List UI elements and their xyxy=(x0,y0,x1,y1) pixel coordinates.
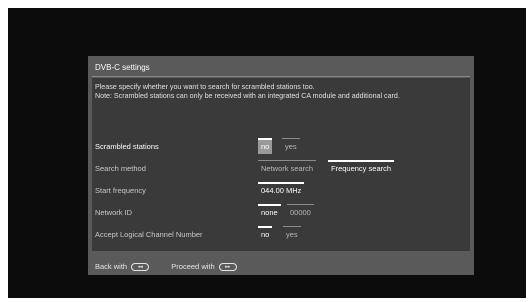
start-frequency-value[interactable]: 044.00 MHz xyxy=(258,182,305,198)
dvbc-settings-dialog: DVB-C settings Please specify whether yo… xyxy=(88,56,474,275)
dialog-title: DVB-C settings xyxy=(95,63,150,72)
setting-row-scrambled-stations[interactable]: Scrambled stations no yes xyxy=(95,138,467,154)
scrambled-stations-label: Scrambled stations xyxy=(95,142,159,151)
setting-row-search-method[interactable]: Search method Network search Frequency s… xyxy=(95,160,467,176)
search-method-option-frequency[interactable]: Frequency search xyxy=(328,160,395,176)
network-id-option-none[interactable]: none xyxy=(258,204,281,220)
lcn-option-no[interactable]: no xyxy=(258,226,273,242)
rewind-button-icon xyxy=(131,262,150,272)
dialog-footer: Back with Proceed with xyxy=(95,262,239,272)
lcn-option-yes[interactable]: yes xyxy=(283,226,301,242)
back-hint-label: Back with xyxy=(95,262,128,272)
settings-panel: Please specify whether you want to searc… xyxy=(92,78,470,251)
description-line-1: Please specify whether you want to searc… xyxy=(95,83,315,91)
dialog-description: Please specify whether you want to searc… xyxy=(95,83,467,100)
tv-screen: DVB-C settings Please specify whether yo… xyxy=(8,8,526,298)
network-id-option-value[interactable]: 00000 xyxy=(287,204,314,220)
scrambled-option-no[interactable]: no xyxy=(258,138,273,154)
fast-forward-button-icon xyxy=(218,262,237,272)
setting-row-start-frequency[interactable]: Start frequency 044.00 MHz xyxy=(95,182,467,198)
proceed-hint-label: Proceed with xyxy=(171,262,215,272)
scrambled-option-yes[interactable]: yes xyxy=(282,138,300,154)
search-method-label: Search method xyxy=(95,164,146,173)
setting-row-accept-lcn[interactable]: Accept Logical Channel Number no yes xyxy=(95,226,467,242)
start-frequency-label: Start frequency xyxy=(95,186,146,195)
accept-lcn-label: Accept Logical Channel Number xyxy=(95,230,203,239)
setting-row-network-id[interactable]: Network ID none 00000 xyxy=(95,204,467,220)
description-line-2: Note: Scrambled stations can only be rec… xyxy=(95,91,400,100)
search-method-option-network[interactable]: Network search xyxy=(258,160,317,176)
title-divider xyxy=(92,76,470,77)
network-id-label: Network ID xyxy=(95,208,133,217)
